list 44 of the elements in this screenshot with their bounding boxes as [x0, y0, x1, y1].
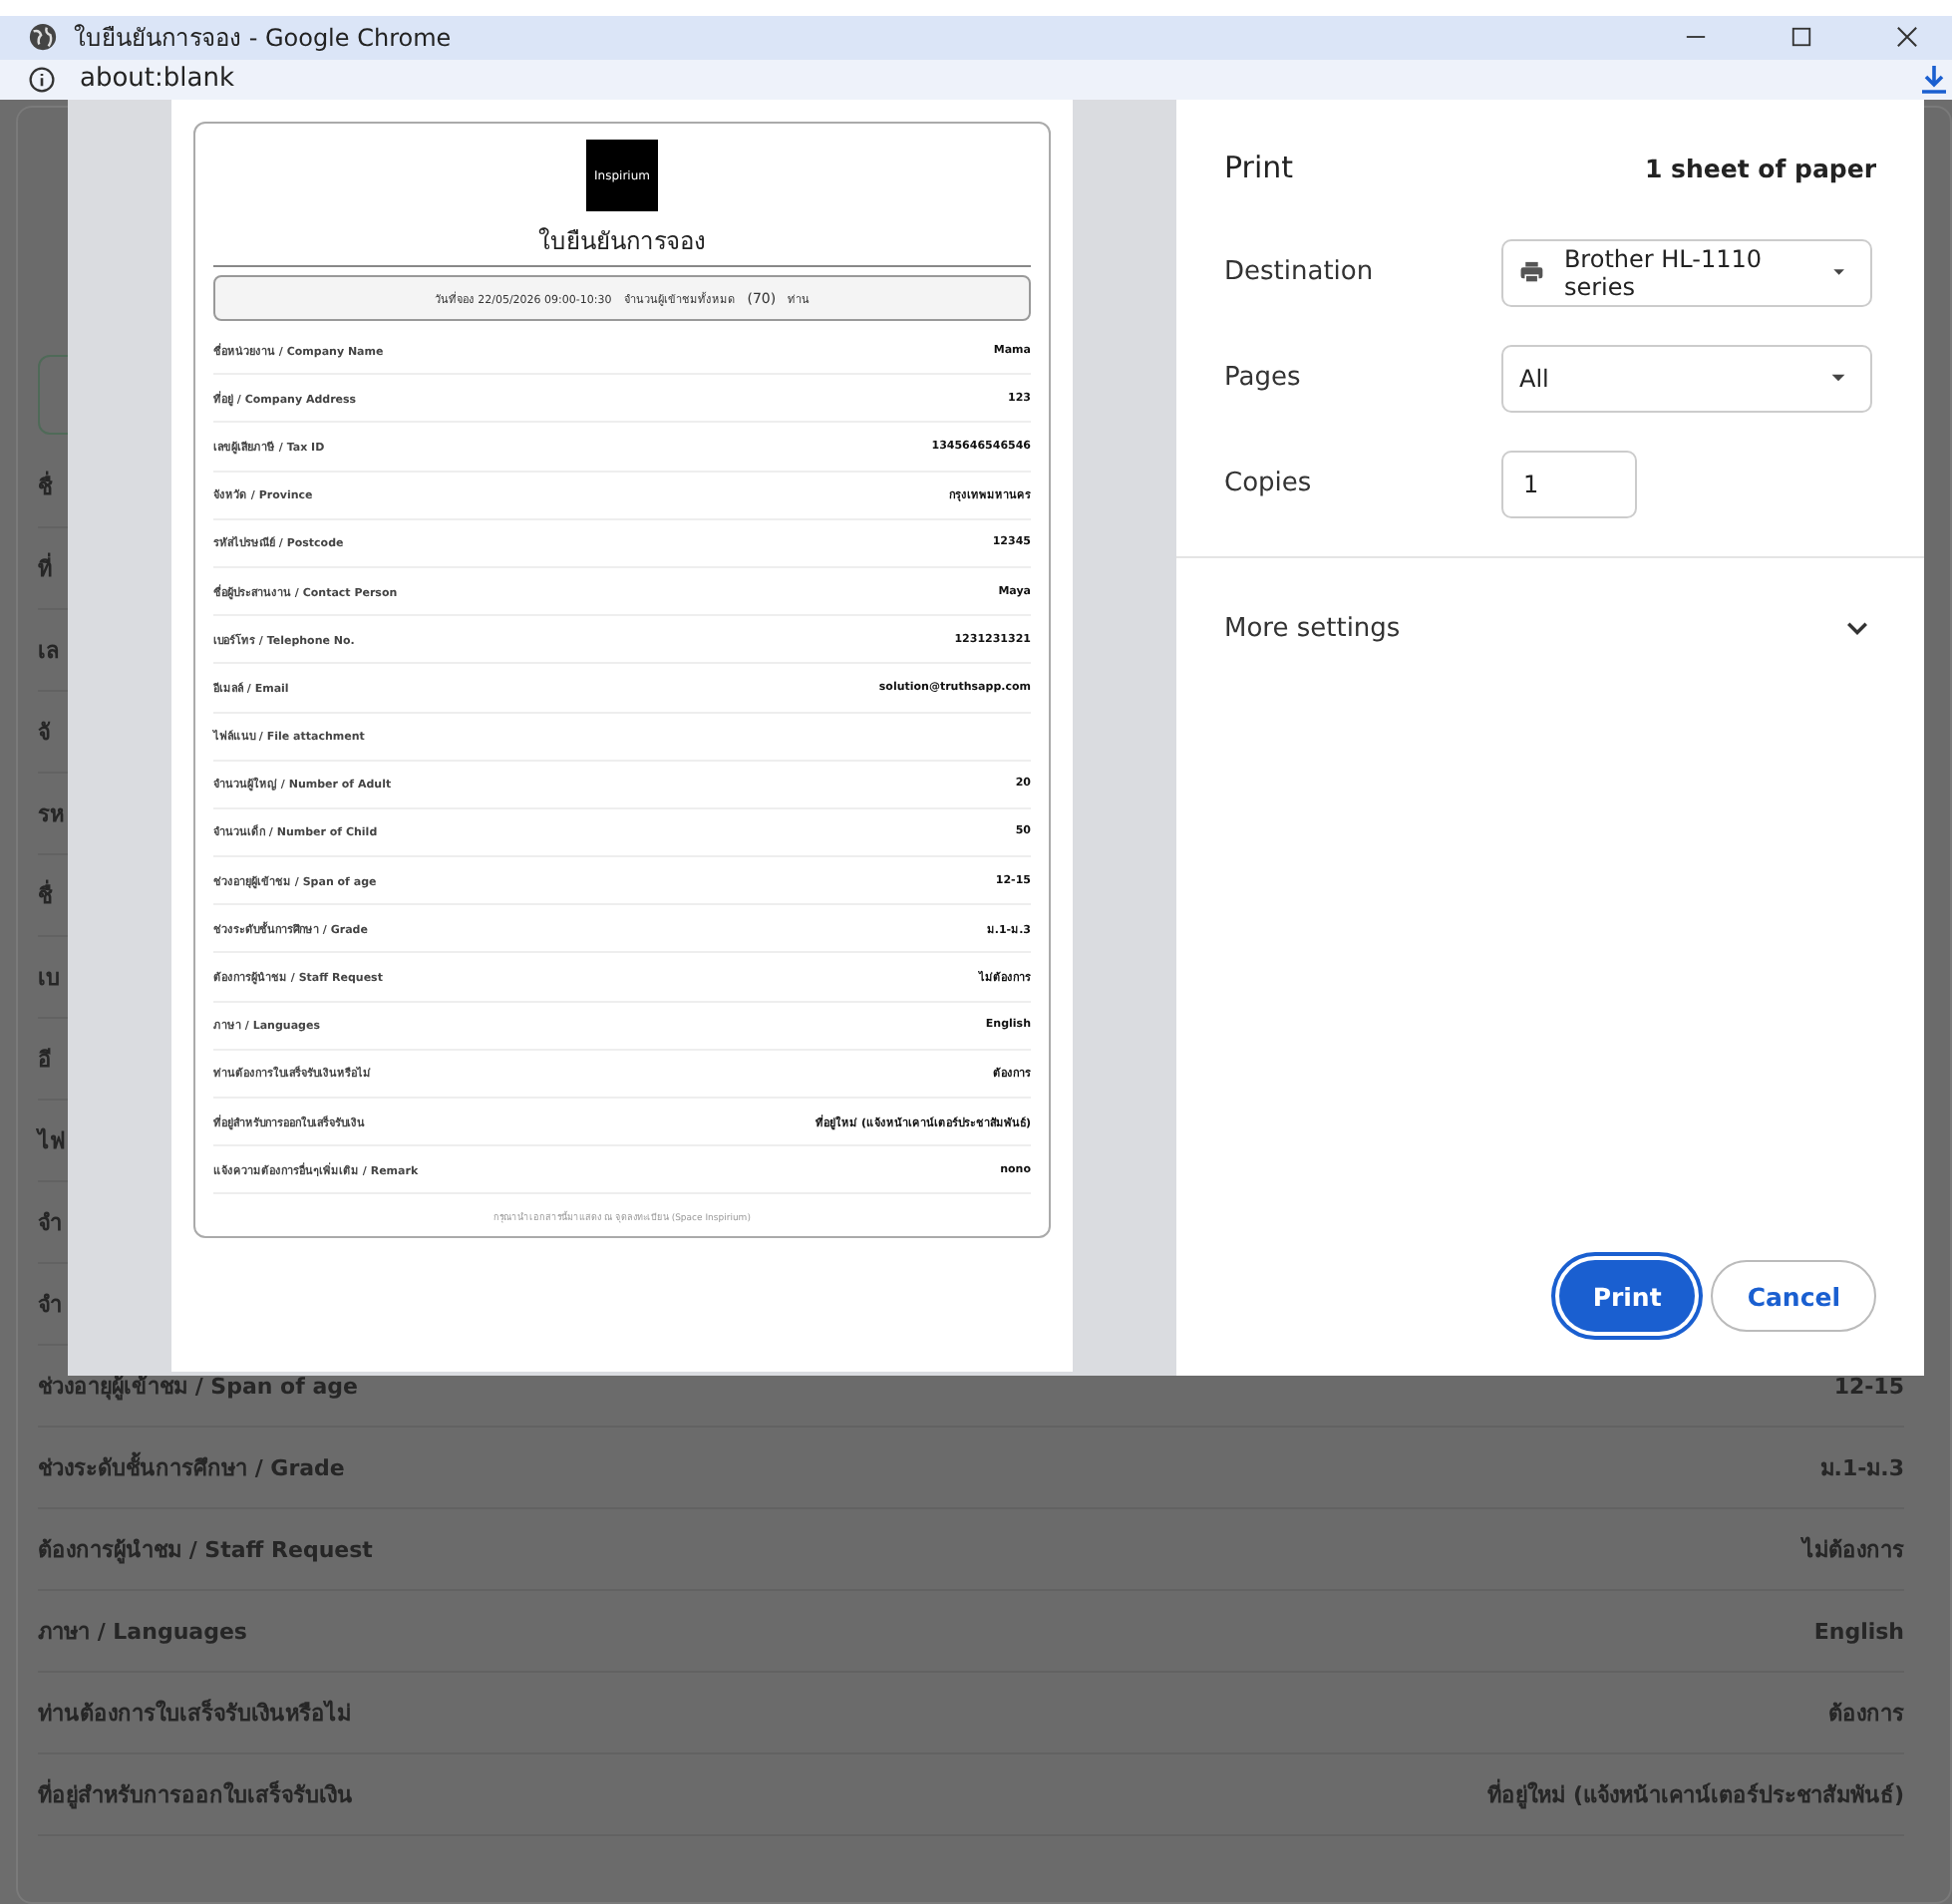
- dialog-button[interactable]: Print: [1558, 1260, 1696, 1332]
- address-text[interactable]: about:blank: [80, 64, 234, 95]
- caret-icon: [1832, 267, 1846, 277]
- caret-icon: [1830, 373, 1846, 383]
- field-label: จั: [38, 718, 50, 750]
- field-value: English: [1813, 1618, 1904, 1644]
- close-icon[interactable]: [1896, 26, 1918, 49]
- field-label: ไฟ: [38, 1125, 66, 1158]
- field-label: ชื่: [38, 877, 52, 913]
- field-label: ช่วงอายุผู้เข้าชม / Span of age: [38, 1372, 358, 1404]
- dialog-button[interactable]: Cancel: [1711, 1260, 1876, 1332]
- setting-label: Copies: [1224, 469, 1314, 498]
- field-label: อี: [38, 1045, 52, 1077]
- field-label: ช่วงระดับชั้นการศึกษา / Grade: [38, 1449, 345, 1485]
- field-label: ภาษา / Languages: [38, 1617, 247, 1649]
- copies-field[interactable]: 1: [1501, 450, 1637, 517]
- field-label: จำ: [38, 1290, 62, 1322]
- field-label: ท่านต้องการใบเสร็จรับเงินหรือไม่: [38, 1697, 351, 1731]
- field-label: รห: [38, 799, 64, 831]
- more-settings[interactable]: More settings: [1224, 558, 1876, 698]
- field-label: ที่อยู่สำหรับการออกใบเสร็จรับเงิน: [38, 1776, 353, 1812]
- field-value: ไม่ต้องการ: [1802, 1534, 1904, 1567]
- field-value: ม.1-ม.3: [1819, 1453, 1904, 1485]
- setting-label: Destination: [1224, 257, 1376, 287]
- field-value: ที่อยู่ใหม่ (แจ้งหน้าเคาน์เตอร์ประชาสัมพันธ์): [1487, 1776, 1904, 1812]
- field-label: ต้องการผู้นำชม / Staff Request: [38, 1535, 373, 1567]
- setting-label: Pages: [1224, 363, 1303, 393]
- field-value: 12-15: [1833, 1373, 1904, 1399]
- printer-icon: [1519, 257, 1544, 287]
- field-label: จำ: [38, 1208, 62, 1240]
- field-label: เบ: [38, 963, 60, 995]
- field-label: ชื่: [38, 469, 52, 504]
- field-label: เล: [38, 636, 60, 668]
- dialog-title: Print: [1224, 150, 1294, 185]
- dropdown[interactable]: Brother HL-1110 series: [1501, 238, 1872, 306]
- dropdown[interactable]: All: [1501, 344, 1872, 412]
- document-title: ใบยืนยันการจอง: [213, 211, 1031, 267]
- download-icon[interactable]: [1918, 63, 1950, 96]
- field-label: ที่: [38, 550, 52, 586]
- info-icon[interactable]: [28, 65, 56, 94]
- sheet-count: 1 sheet of paper: [1644, 153, 1876, 182]
- field-value: ต้องการ: [1828, 1699, 1904, 1731]
- maximize-icon[interactable]: [1790, 26, 1812, 49]
- window-title: ใบยืนยันการจอง - Google Chrome: [74, 22, 452, 57]
